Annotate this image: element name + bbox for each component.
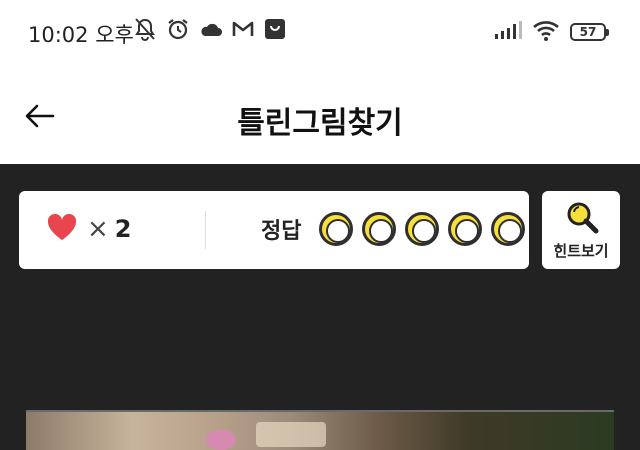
- shopping-bag-icon: [264, 18, 286, 40]
- hint-button[interactable]: 힌트보기: [542, 191, 620, 269]
- page-title: 틀린그림찾기: [237, 106, 403, 141]
- puzzle-image[interactable]: [26, 410, 614, 450]
- signal-icon: [494, 20, 522, 44]
- lives-times: ×: [87, 214, 109, 244]
- status-time: 10:02 오후: [28, 23, 134, 47]
- answer-slot-5: [491, 212, 525, 246]
- score-panel: × 2 정답: [19, 191, 529, 269]
- mute-bell-icon: [134, 17, 156, 41]
- gmail-icon: [232, 20, 254, 38]
- answer-slot-1: [319, 212, 353, 246]
- status-icons-right: 57: [494, 19, 609, 45]
- status-icons-left: [134, 17, 286, 41]
- answer-label: 정답: [261, 219, 302, 244]
- heart-icon: [47, 213, 77, 245]
- alarm-clock-icon: [166, 17, 190, 41]
- lives-indicator: × 2: [47, 213, 132, 245]
- battery-level: 57: [579, 25, 597, 39]
- hint-label: 힌트보기: [553, 242, 609, 260]
- image-detail: [256, 422, 326, 447]
- image-detail: [206, 430, 236, 450]
- answer-slot-2: [362, 212, 396, 246]
- answer-slot-4: [448, 212, 482, 246]
- app-header: 틀린그림찾기: [0, 62, 640, 164]
- magnifier-icon: [563, 199, 601, 241]
- lives-count: 2: [114, 215, 132, 243]
- battery-icon: 57: [570, 23, 609, 41]
- status-bar: 10:02 오후 57: [0, 0, 640, 62]
- answer-slot-3: [405, 212, 439, 246]
- cloud-icon: [200, 21, 222, 37]
- answer-circles: [319, 212, 525, 246]
- wifi-icon: [532, 19, 560, 45]
- panel-divider: [205, 211, 206, 249]
